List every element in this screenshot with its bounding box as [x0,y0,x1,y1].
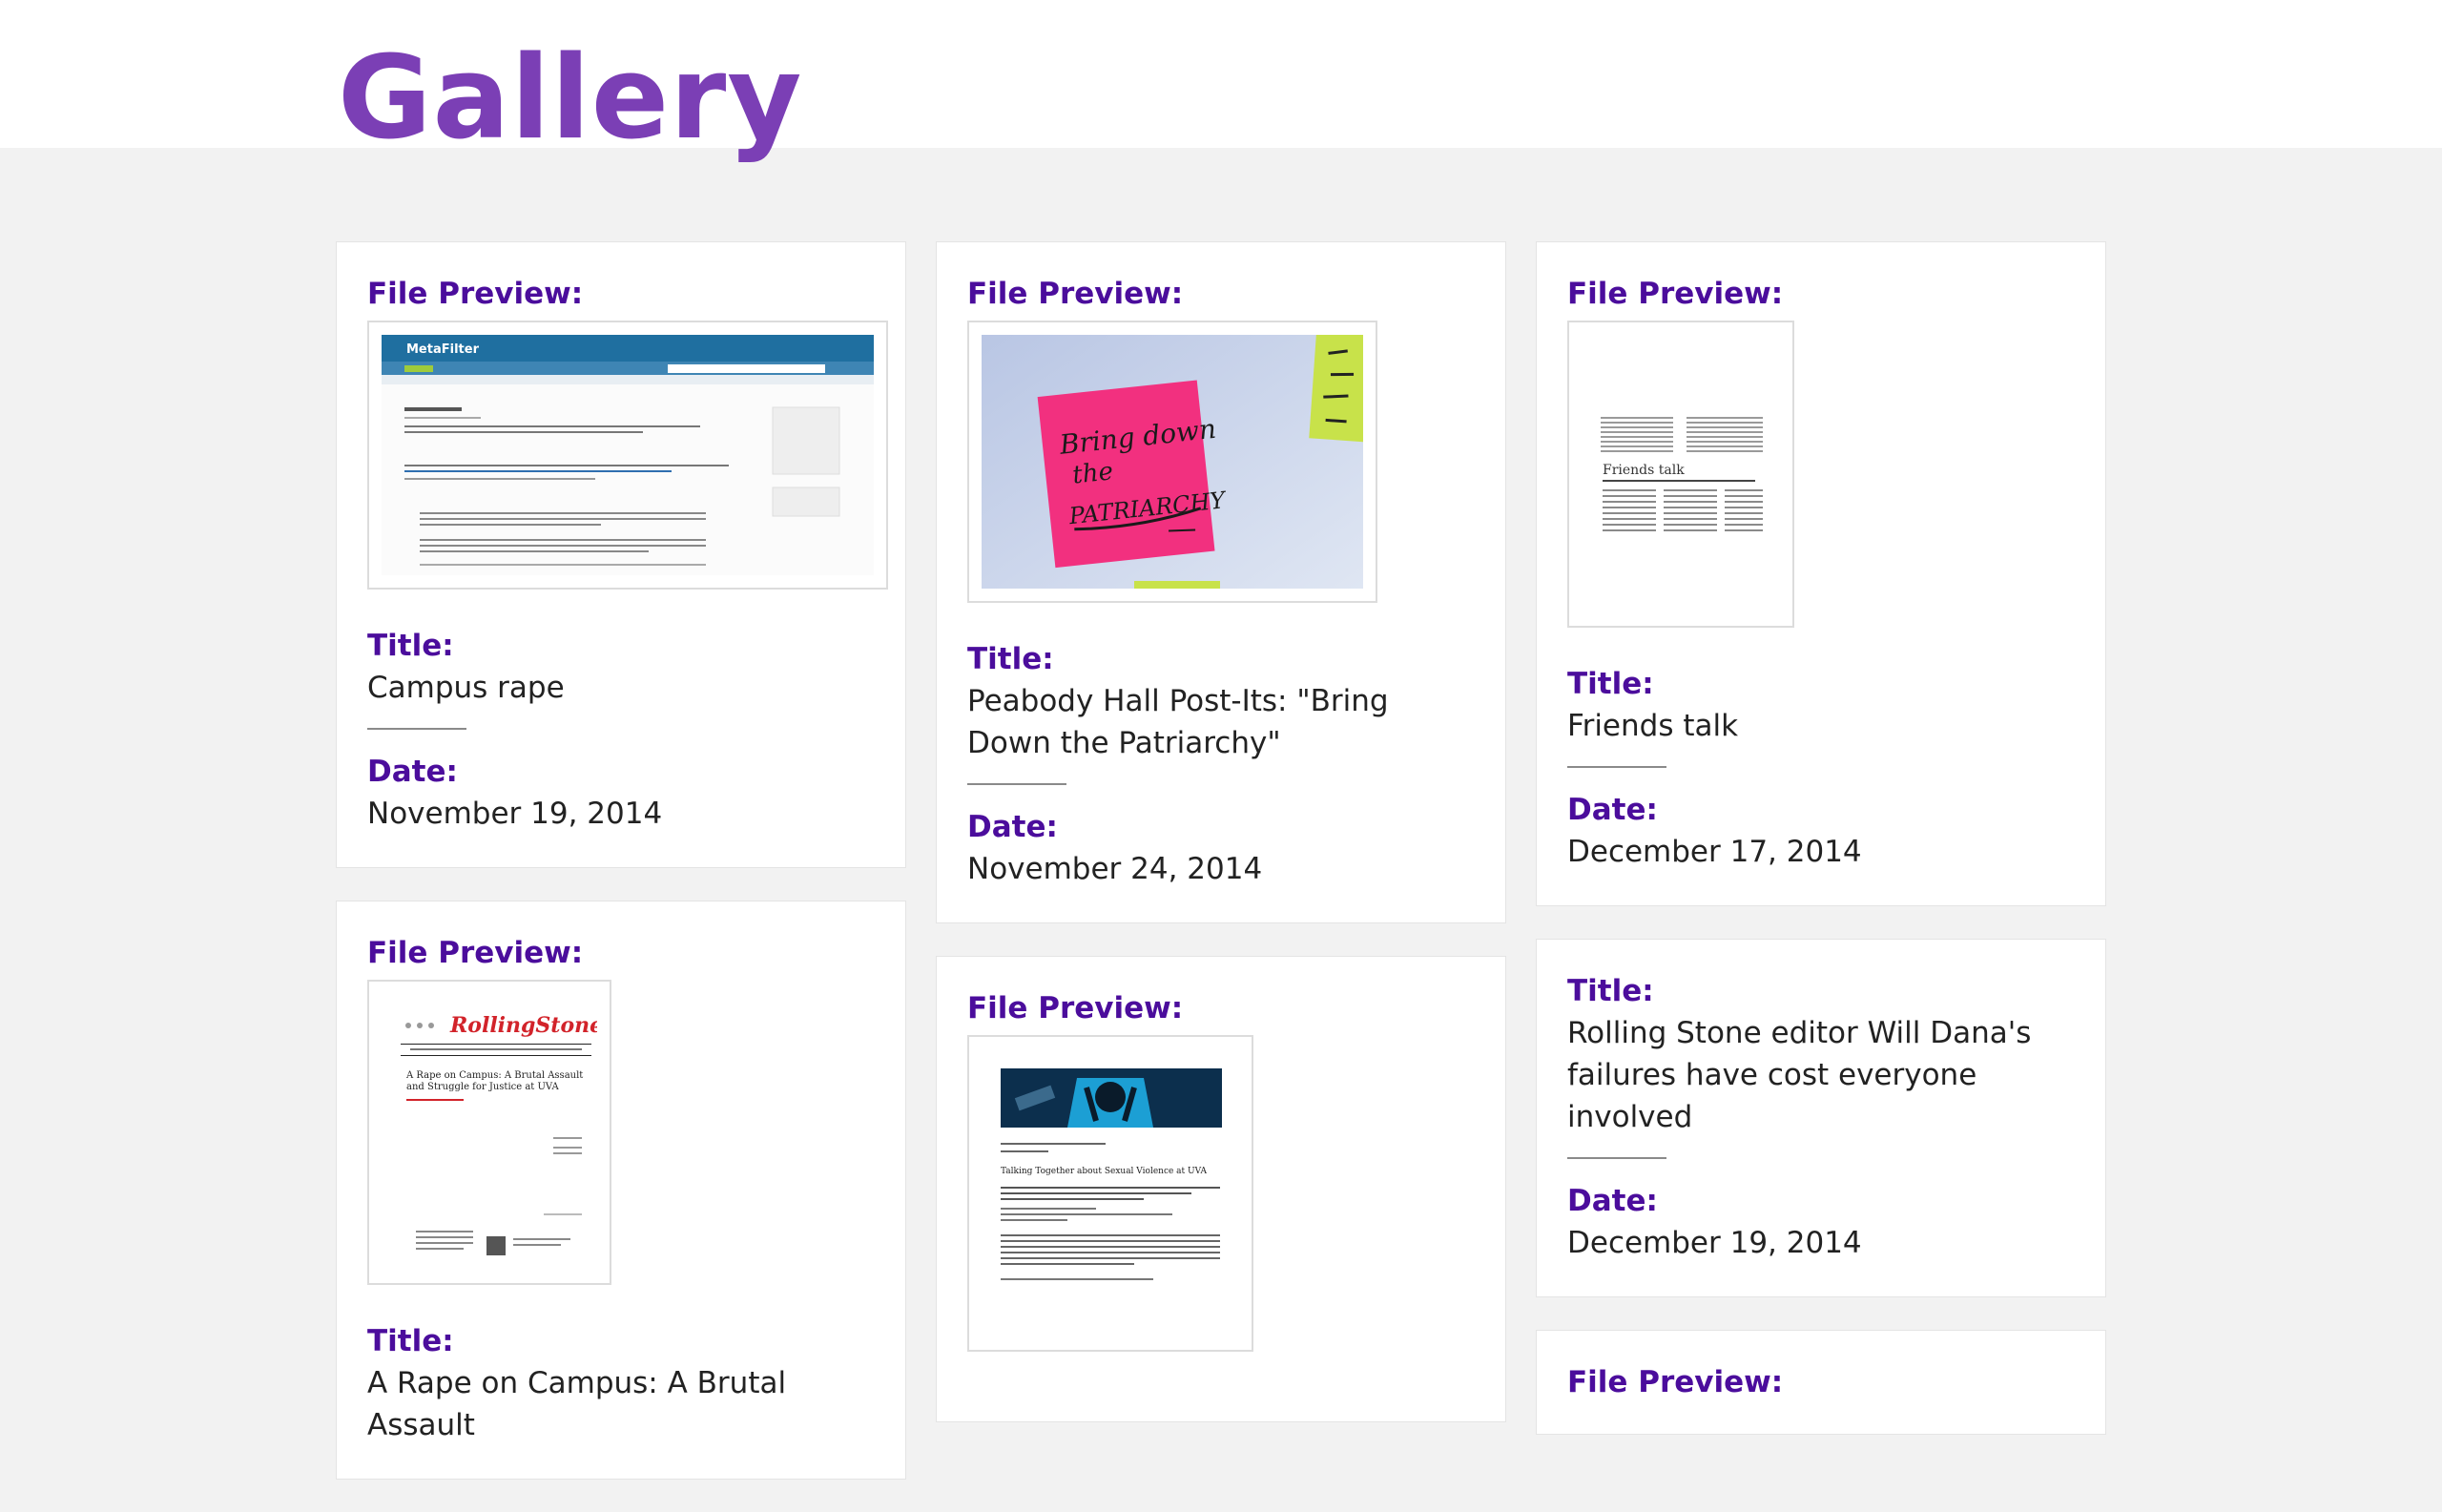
divider [1567,1157,1666,1159]
date-label: Date: [1567,1184,1658,1218]
file-preview-label: File Preview: [967,277,1184,311]
title-label: Title: [367,1324,454,1358]
svg-text:Friends talk: Friends talk [1603,463,1685,478]
item-date: November 19, 2014 [367,797,663,831]
gallery-card[interactable]: File Preview: Bring down the PATRIARCHY [936,241,1506,923]
event-flyer-image: Talking Together about Sexual Violence a… [982,1049,1239,1337]
item-title: Rolling Stone editor Will Dana's failure… [1567,1016,2032,1134]
gallery-column-2: File Preview: Bring down the PATRIARCHY [936,241,1506,1455]
post-it-photo-image: Bring down the PATRIARCHY [982,335,1363,589]
gallery-card[interactable]: File Preview: RollingStone A Rape on Cam… [336,901,906,1480]
gallery-card[interactable]: File Preview: Talking Together about Sex… [936,956,1506,1422]
gallery-card[interactable]: Title: Rolling Stone editor Will Dana's … [1536,939,2106,1297]
file-preview-thumbnail[interactable]: MetaFilter [367,321,888,590]
title-label: Title: [1567,667,1654,701]
date-label: Date: [1567,793,1658,827]
file-preview-thumbnail[interactable]: Friends talk [1567,321,1794,628]
date-label: Date: [967,810,1058,844]
item-title: Campus rape [367,671,565,705]
date-label: Date: [367,755,458,789]
svg-text:RollingStone: RollingStone [449,1013,597,1038]
file-preview-thumbnail[interactable]: Talking Together about Sexual Violence a… [967,1035,1253,1352]
svg-text:the: the [1071,457,1114,489]
item-title: Friends talk [1567,709,1739,743]
title-label: Title: [1567,974,1654,1008]
item-title: A Rape on Campus: A Brutal Assault [367,1366,787,1442]
newspaper-scan-image: Friends talk [1582,335,1780,613]
file-preview-label: File Preview: [1567,1365,1784,1399]
gallery-card[interactable]: File Preview: Friends talk Title: Friend… [1536,241,2106,906]
file-preview-label: File Preview: [367,936,584,970]
item-title: Peabody Hall Post-Its: "Bring Down the P… [967,684,1389,760]
file-preview-thumbnail[interactable]: RollingStone A Rape on Campus: A Brutal … [367,980,611,1285]
svg-text:and Struggle for Justice at UV: and Struggle for Justice at UVA [406,1082,559,1092]
svg-text:Talking Together about Sexual: Talking Together about Sexual Violence a… [1001,1167,1207,1176]
file-preview-thumbnail[interactable]: Bring down the PATRIARCHY [967,321,1377,603]
rolling-stone-screenshot-image: RollingStone A Rape on Campus: A Brutal … [382,994,597,1271]
item-date: December 19, 2014 [1567,1226,1862,1260]
file-preview-label: File Preview: [1567,277,1784,311]
metafilter-screenshot-image: MetaFilter [382,335,874,575]
file-preview-label: File Preview: [367,277,584,311]
file-preview-label: File Preview: [967,991,1184,1025]
svg-text:MetaFilter: MetaFilter [406,342,480,357]
gallery-card[interactable]: File Preview: MetaFilter Title: Campus r… [336,241,906,868]
gallery-column-3: File Preview: Friends talk Title: Friend… [1536,241,2106,1467]
divider [967,783,1066,785]
title-label: Title: [967,642,1054,676]
item-date: December 17, 2014 [1567,835,1862,869]
page-header: Gallery [0,0,2442,165]
gallery-card[interactable]: File Preview: [1536,1330,2106,1435]
svg-text:A Rape on Campus: A Brutal Ass: A Rape on Campus: A Brutal Assault [405,1070,583,1081]
page-title: Gallery [338,32,803,165]
divider [1567,766,1666,768]
title-label: Title: [367,629,454,663]
item-date: November 24, 2014 [967,852,1263,886]
gallery-column-1: File Preview: MetaFilter Title: Campus r… [336,241,906,1512]
divider [367,728,466,730]
